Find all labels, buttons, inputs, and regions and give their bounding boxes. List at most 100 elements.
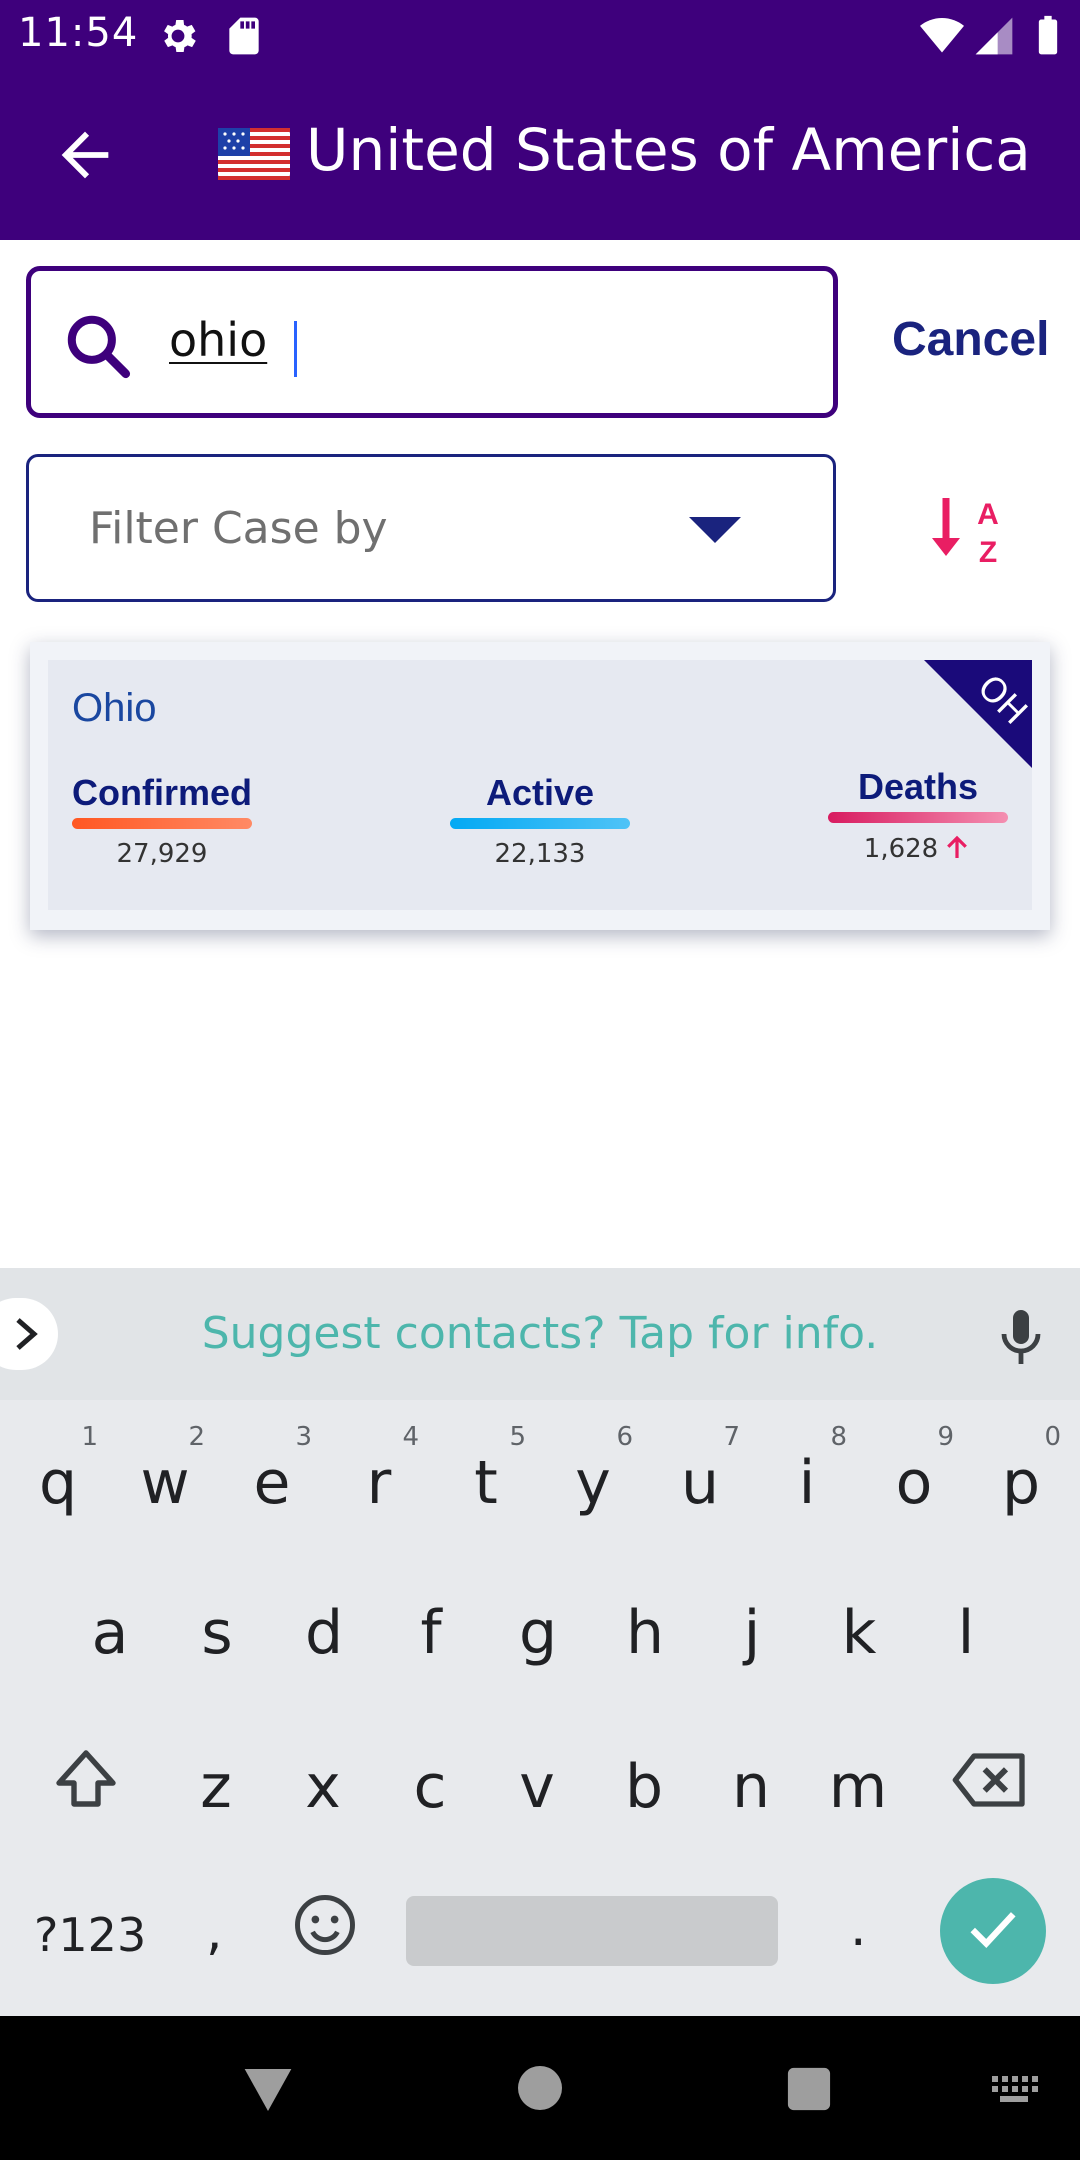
shift-key-icon[interactable] (50, 1744, 122, 1816)
trend-up-arrow-icon (947, 835, 968, 858)
key-label: h (625, 1598, 665, 1668)
key-label: s (201, 1598, 233, 1668)
text-caret (294, 321, 297, 377)
app-bar: United States of America (0, 72, 1080, 240)
filter-case-dropdown[interactable]: Filter Case by (26, 454, 836, 602)
key-b[interactable]: b (594, 1718, 694, 1848)
nav-home-icon[interactable] (516, 2064, 564, 2112)
key-w[interactable]: 2w (115, 1414, 215, 1544)
svg-text:Z: Z (979, 536, 997, 566)
status-time: 11:54 (18, 10, 139, 56)
key-f[interactable]: f (381, 1564, 481, 1694)
back-arrow-icon[interactable] (50, 120, 120, 190)
key-e[interactable]: 3e (222, 1414, 322, 1544)
key-label: q (38, 1448, 78, 1518)
suggestion-strip: Suggest contacts? Tap for info. (0, 1268, 1080, 1400)
deaths-value: 1,628 (863, 834, 939, 864)
space-key[interactable] (406, 1896, 778, 1966)
key-j[interactable]: j (702, 1564, 802, 1694)
sort-alpha-desc-icon[interactable]: A Z (930, 494, 1010, 566)
key-h[interactable]: h (595, 1564, 695, 1694)
period-key[interactable]: . (850, 1898, 867, 1958)
key-k[interactable]: k (809, 1564, 909, 1694)
state-name: Ohio (72, 686, 157, 730)
key-label: m (828, 1752, 888, 1822)
state-result-card[interactable]: Ohio OH Confirmed 27,929 Active 22,133 D… (48, 660, 1032, 910)
active-bar (450, 818, 630, 829)
key-label: t (474, 1448, 498, 1518)
checkmark-icon (970, 1912, 1016, 1949)
symbols-key[interactable]: ?123 (34, 1908, 146, 1962)
key-label: z (200, 1752, 232, 1822)
system-nav-bar (0, 2016, 1080, 2160)
key-label: v (519, 1752, 555, 1822)
signal-icon (975, 17, 1013, 55)
deaths-value-row: 1,628 (828, 833, 1008, 864)
key-label: d (304, 1598, 344, 1668)
key-label: r (366, 1448, 392, 1518)
key-i[interactable]: 8i (757, 1414, 857, 1544)
key-z[interactable]: z (166, 1718, 266, 1848)
nav-back-icon[interactable] (240, 2064, 296, 2116)
gear-icon (164, 20, 196, 52)
key-label: c (413, 1752, 447, 1822)
us-flag-icon (218, 128, 290, 180)
key-t[interactable]: 5t (436, 1414, 536, 1544)
backspace-key-icon[interactable] (950, 1748, 1030, 1812)
microphone-icon[interactable] (996, 1308, 1046, 1368)
key-u[interactable]: 7u (650, 1414, 750, 1544)
search-input[interactable]: ohio (169, 313, 267, 367)
key-s[interactable]: s (167, 1564, 267, 1694)
key-r[interactable]: 4r (329, 1414, 429, 1544)
active-value: 22,133 (494, 839, 586, 869)
page-title: United States of America (306, 116, 1031, 184)
key-m[interactable]: m (808, 1718, 908, 1848)
key-c[interactable]: c (380, 1718, 480, 1848)
key-label: y (575, 1448, 611, 1518)
confirmed-label: Confirmed (72, 772, 252, 813)
key-x[interactable]: x (273, 1718, 373, 1848)
key-g[interactable]: g (488, 1564, 588, 1694)
key-a[interactable]: a (60, 1564, 160, 1694)
key-label: i (798, 1448, 816, 1518)
search-field[interactable]: ohio (26, 266, 838, 418)
key-d[interactable]: d (274, 1564, 374, 1694)
key-label: o (895, 1448, 933, 1518)
key-label: a (91, 1598, 129, 1668)
key-q[interactable]: 1q (8, 1414, 108, 1544)
key-label: n (731, 1752, 771, 1822)
key-label: u (680, 1448, 720, 1518)
deaths-label: Deaths (857, 766, 979, 807)
key-label: e (253, 1448, 291, 1518)
suggest-contacts-prompt[interactable]: Suggest contacts? Tap for info. (0, 1308, 1080, 1359)
filter-placeholder: Filter Case by (89, 503, 388, 554)
emoji-key-icon[interactable] (292, 1892, 358, 1958)
key-o[interactable]: 9o (864, 1414, 964, 1544)
enter-key[interactable] (940, 1878, 1046, 1984)
confirmed-bar (72, 818, 252, 829)
key-label: g (518, 1598, 558, 1668)
active-label: Active (485, 772, 595, 813)
key-label: b (624, 1752, 664, 1822)
dropdown-arrow-icon (689, 517, 741, 543)
key-label: l (957, 1598, 975, 1668)
nav-recents-icon[interactable] (786, 2066, 832, 2112)
key-y[interactable]: 6y (543, 1414, 643, 1544)
key-label: p (1001, 1448, 1041, 1518)
keyboard-switch-icon[interactable] (990, 2074, 1038, 2104)
confirmed-stat: Confirmed 27,929 (72, 772, 252, 869)
key-n[interactable]: n (701, 1718, 801, 1848)
deaths-stat: Deaths 1,628 (828, 766, 1008, 864)
wifi-icon (920, 18, 964, 53)
sd-card-icon (229, 17, 259, 55)
battery-icon (1038, 15, 1058, 55)
key-p[interactable]: 0p (971, 1414, 1071, 1544)
key-v[interactable]: v (487, 1718, 587, 1848)
cancel-button[interactable]: Cancel (892, 312, 1049, 367)
active-stat: Active 22,133 (450, 772, 630, 869)
key-label: f (420, 1598, 442, 1668)
key-label: w (140, 1448, 190, 1518)
comma-key[interactable]: , (206, 1902, 223, 1962)
deaths-bar (828, 812, 1008, 823)
key-l[interactable]: l (916, 1564, 1016, 1694)
